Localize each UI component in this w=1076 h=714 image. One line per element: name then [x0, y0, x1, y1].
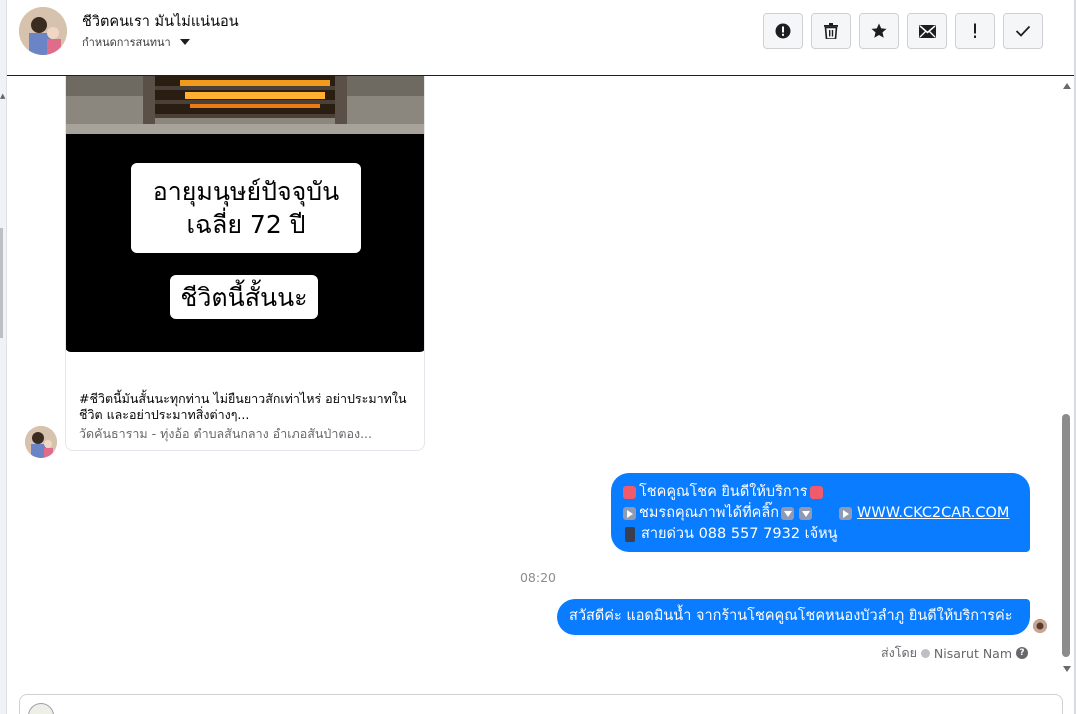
contact-avatar-small[interactable] [25, 426, 57, 458]
mail-button[interactable] [907, 13, 947, 49]
conversation-header: ชีวิตคนเรา มันไม่แน่นอน กำหนดการสนทนา [7, 0, 1074, 76]
help-icon[interactable]: ? [1016, 647, 1029, 659]
promo-line3: สายด่วน 088 557 7932 เจ้หนู [641, 526, 838, 542]
promo-line2: ชมรถคุณภาพได้ที่คลิ๊ก [639, 505, 780, 521]
video-caption-line3: ชีวิตนี้สั้นนะ [180, 282, 308, 312]
conversation-settings-dropdown[interactable]: กำหนดการสนทนา [82, 33, 190, 51]
conversation-settings-label: กำหนดการสนทนา [82, 36, 171, 49]
composer-avatar [28, 703, 54, 714]
message-composer[interactable] [19, 694, 1063, 714]
star-button[interactable] [859, 13, 899, 49]
video-caption-line1: อายุมนุษย์ปัจจุบัน [152, 177, 340, 206]
important-button[interactable] [955, 13, 995, 49]
cremation-fire-image [66, 76, 424, 134]
red-sparkle-icon [809, 486, 823, 499]
scroll-up-arrow-icon[interactable] [1063, 83, 1071, 89]
header-toolbar [763, 13, 1043, 49]
sent-by-label: ส่งโดย [881, 645, 917, 660]
verified-circle-icon [920, 648, 930, 658]
conversation-scrollbar[interactable] [1060, 77, 1073, 682]
video-caption-box-2: ชีวิตนี้สั้นนะ [170, 275, 318, 319]
exclamation-icon [974, 23, 976, 38]
down-arrow-icon [781, 507, 795, 520]
video-caption-box: อายุมนุษย์ปัจจุบัน เฉลี่ย 72 ปี [131, 163, 361, 253]
promo-website-link[interactable]: WWW.CKC2CAR.COM [857, 503, 1009, 524]
red-sparkle-icon [623, 486, 636, 499]
collapse-arrow-icon[interactable]: ▲ [0, 92, 5, 100]
shared-post-description: #ชีวิตนี้มันสั้นนะทุกท่าน ไม่ยืนยาวสักเท… [79, 391, 407, 422]
star-icon [871, 23, 887, 38]
scroll-thumb[interactable] [1062, 414, 1070, 657]
left-scroll-indicator [0, 228, 3, 338]
play-button-icon [839, 507, 853, 520]
caret-down-icon [179, 39, 190, 45]
mobile-phone-icon [625, 527, 635, 542]
play-button-icon [623, 507, 636, 520]
checkmark-icon [1015, 25, 1031, 37]
shared-post-source: วัดคันธาราม - ทุ่งอ้อ ตำบลสันกลาง อำเภอส… [79, 426, 373, 441]
shared-post-video[interactable]: อายุมนุษย์ปัจจุบัน เฉลี่ย 72 ปี ชีวิตนี้… [66, 76, 424, 352]
down-arrow-icon [799, 507, 813, 520]
trash-icon [824, 23, 838, 39]
scroll-down-arrow-icon[interactable] [1063, 666, 1071, 672]
left-frame: ▲ [0, 0, 7, 714]
video-caption-line2: เฉลี่ย 72 ปี [186, 210, 306, 239]
read-receipt-avatar [1033, 619, 1047, 633]
conversation-title: ชีวิตคนเรา มันไม่แน่นอน [82, 14, 239, 30]
alert-circle-icon [775, 23, 791, 39]
outgoing-message-greeting[interactable]: สวัสดีค่ะ แอดมินน้ำ จากร้านโชคคูณโชคหนอง… [557, 599, 1030, 635]
delete-button[interactable] [811, 13, 851, 49]
promo-line1: โชคคูณโชค ยินดีให้บริการ [639, 484, 808, 500]
sent-by-info: ส่งโดย Nisarut Nam ? [881, 643, 1029, 663]
message-timestamp: 08:20 [519, 570, 557, 585]
contact-avatar[interactable] [19, 7, 67, 55]
alert-circle-button[interactable] [763, 13, 803, 49]
done-button[interactable] [1003, 13, 1043, 49]
outgoing-message-promo[interactable]: โชคคูณโชค ยินดีให้บริการ ชมรถคุณภาพได้ที… [611, 473, 1030, 552]
sent-by-name[interactable]: Nisarut Nam [934, 646, 1012, 661]
shared-post-card[interactable]: อายุมนุษย์ปัจจุบัน เฉลี่ย 72 ปี ชีวิตนี้… [65, 76, 425, 451]
envelope-icon [918, 24, 936, 38]
